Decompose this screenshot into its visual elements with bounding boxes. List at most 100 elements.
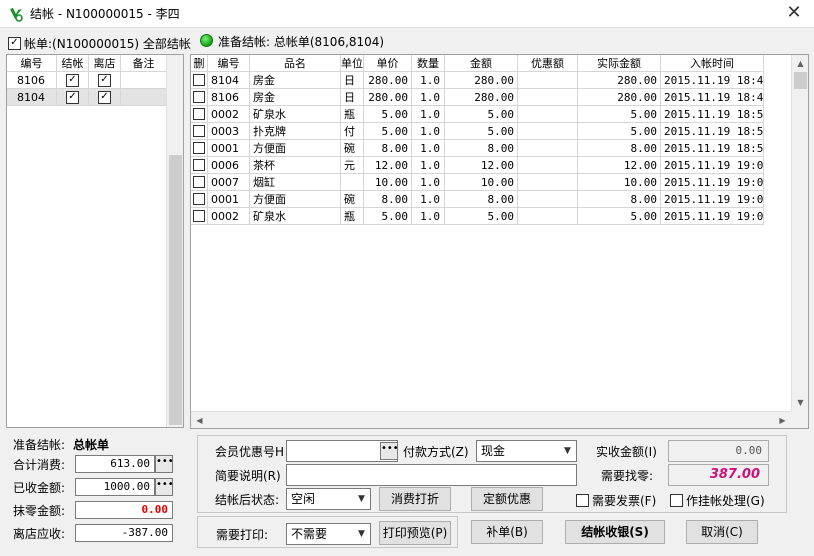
print-select[interactable]: 不需要 ▼ [286,523,371,545]
item-row[interactable]: 0002 矿泉水瓶 5.00 1.0 5.00 5.00 2015.11.19 18:56 [191,106,764,123]
status-after-select[interactable]: 空闲 ▼ [286,488,371,510]
delete-checkbox[interactable] [193,108,205,120]
all-checkout-checkbox[interactable]: ✓ [8,36,21,50]
item-discount [518,208,578,225]
chevron-down-icon[interactable]: ▼ [559,441,576,461]
delete-checkbox[interactable] [193,193,205,205]
item-row[interactable]: 0003 扑克牌付 5.00 1.0 5.00 5.00 2015.11.19 18:56 [191,123,764,140]
room-remark[interactable] [121,89,167,106]
room-grid-header: 编号 结帐 离店 备注 [7,55,167,72]
col-header-leave[interactable]: 离店 [89,55,121,72]
room-remark[interactable] [121,72,167,89]
scroll-thumb[interactable] [169,155,182,425]
member-lookup-button[interactable]: ••• [380,442,399,460]
item-actual: 280.00 [578,89,661,106]
change-label: 需要找零: [601,469,654,483]
item-price: 280.00 [364,72,412,89]
rounding-field[interactable]: 0.00 [75,501,173,519]
col-header-remark[interactable]: 备注 [121,55,167,72]
item-actual: 8.00 [578,140,661,157]
delete-checkbox[interactable] [193,210,205,222]
item-no: 8106 [208,89,250,106]
due-field: -387.00 [75,524,173,542]
item-unit: 日 [341,72,364,89]
delete-checkbox[interactable] [193,142,205,154]
scroll-thumb[interactable] [794,72,807,89]
invoice-checkbox[interactable] [576,494,589,507]
scroll-up-icon[interactable]: ▲ [792,55,808,72]
col-header-qty[interactable]: 数量 [412,55,445,72]
item-name: 矿泉水 [250,106,341,123]
col-header-time[interactable]: 入帐时间 [661,55,764,72]
item-qty: 1.0 [412,174,445,191]
col-header-unit[interactable]: 单位 [341,55,364,72]
actual-received-field[interactable]: 0.00 [668,440,769,462]
total-detail-button[interactable]: ••• [155,455,174,473]
room-row-selected[interactable]: 8104 ✓ ✓ [7,89,167,106]
col-header-price[interactable]: 单价 [364,55,412,72]
fixed-discount-button[interactable]: 定额优惠 [471,487,543,511]
items-horizontal-scrollbar[interactable]: ◀ ▶ [191,411,791,428]
checkout-checkbox[interactable]: ✓ [66,73,79,87]
item-row[interactable]: 8104 房金日 280.00 1.0 280.00 280.00 2015.11.19 1… [191,72,764,89]
scroll-left-icon[interactable]: ◀ [191,412,208,428]
item-row[interactable]: 0007 烟缸 10.00 1.0 10.00 10.00 2015.11.19 19:01 [191,174,764,191]
item-actual: 280.00 [578,72,661,89]
pay-method-label: 付款方式(Z) [403,445,469,459]
delete-checkbox[interactable] [193,74,205,86]
col-header-checkout[interactable]: 结帐 [57,55,89,72]
col-header-discount[interactable]: 优惠额 [518,55,578,72]
col-header-no[interactable]: 编号 [208,55,250,72]
memo-input[interactable] [286,464,577,486]
scroll-right-icon[interactable]: ▶ [774,412,791,428]
checkout-checkbox[interactable]: ✓ [66,90,79,104]
item-discount [518,174,578,191]
item-no: 0002 [208,106,250,123]
print-preview-button[interactable]: 打印预览(P) [379,521,451,545]
delete-checkbox[interactable] [193,159,205,171]
item-row[interactable]: 0001 方便面碗 8.00 1.0 8.00 8.00 2015.11.19 18:56 [191,140,764,157]
room-no: 8106 [7,72,57,89]
leave-checkbox[interactable]: ✓ [98,73,111,87]
received-detail-button[interactable]: ••• [155,478,174,496]
delete-checkbox[interactable] [193,176,205,188]
total-field[interactable]: 613.00 [75,455,155,473]
room-grid: 编号 结帐 离店 备注 8106 ✓ ✓ 8104 ✓ ✓ [6,54,184,428]
print-label: 需要打印: [216,528,269,542]
pay-method-select[interactable]: 现金 ▼ [476,440,577,462]
room-grid-scrollbar[interactable] [166,55,183,427]
item-row[interactable]: 0002 矿泉水瓶 5.00 1.0 5.00 5.00 2015.11.19 19:01 [191,208,764,225]
item-amount: 280.00 [445,89,518,106]
item-row[interactable]: 8106 房金日 280.00 1.0 280.00 280.00 2015.11.19 1… [191,89,764,106]
item-name: 房金 [250,72,341,89]
item-unit: 付 [341,123,364,140]
discount-button[interactable]: 消费打折 [379,487,451,511]
hang-account-checkbox[interactable] [670,494,683,507]
item-actual: 5.00 [578,106,661,123]
scroll-down-icon[interactable]: ▼ [792,394,808,411]
col-header-amount[interactable]: 金额 [445,55,518,72]
close-icon[interactable]: ✕ [784,2,804,23]
delete-checkbox[interactable] [193,125,205,137]
delete-checkbox[interactable] [193,91,205,103]
col-header-delete[interactable]: 删 [191,55,208,72]
supplement-button[interactable]: 补单(B) [471,520,543,544]
col-header-no[interactable]: 编号 [7,55,57,72]
checkout-button[interactable]: 结帐收银(S) [565,520,665,544]
room-no: 8104 [7,89,57,106]
cancel-button[interactable]: 取消(C) [686,520,758,544]
item-name: 矿泉水 [250,208,341,225]
room-row[interactable]: 8106 ✓ ✓ [7,72,167,89]
item-qty: 1.0 [412,157,445,174]
leave-checkbox[interactable]: ✓ [98,90,111,104]
invoice-label: 需要发票(F) [592,494,657,508]
chevron-down-icon[interactable]: ▼ [353,489,370,509]
col-header-actual[interactable]: 实际金额 [578,55,661,72]
item-name: 房金 [250,89,341,106]
items-vertical-scrollbar[interactable]: ▲ ▼ [791,55,808,411]
item-row[interactable]: 0006 茶杯元 12.00 1.0 12.00 12.00 2015.11.19 19:0… [191,157,764,174]
received-field[interactable]: 1000.00 [75,478,155,496]
item-row[interactable]: 0001 方便面碗 8.00 1.0 8.00 8.00 2015.11.19 19:01 [191,191,764,208]
chevron-down-icon[interactable]: ▼ [353,524,370,544]
col-header-name[interactable]: 品名 [250,55,341,72]
